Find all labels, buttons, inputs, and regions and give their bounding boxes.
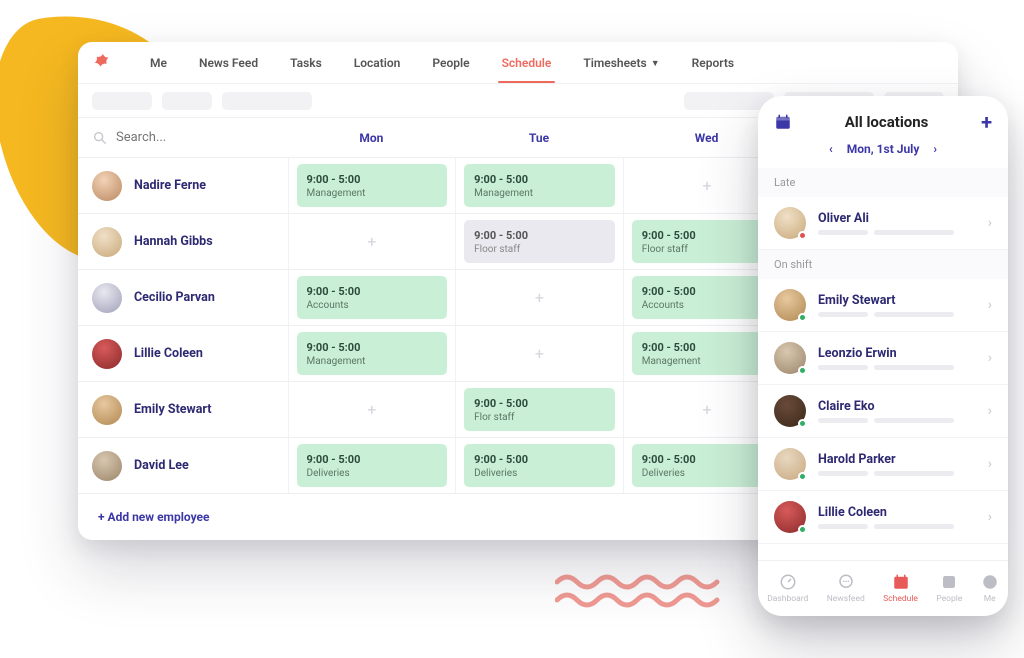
shift-chip[interactable]: 9:00 - 5:00Deliveries [464, 444, 615, 487]
employee-name: Nadire Ferne [134, 178, 206, 193]
mobile-tabbar: Dashboard Newsfeed Schedule People Me [758, 560, 1008, 616]
nav-tab-timesheets[interactable]: Timesheets▼ [567, 44, 675, 82]
shift-chip[interactable]: 9:00 - 5:00Accounts [297, 276, 448, 319]
mobile-title: All locations [845, 113, 929, 131]
section-late: Late [758, 168, 1008, 197]
add-employee-link[interactable]: + Add new employee [98, 510, 210, 524]
tab-schedule[interactable]: Schedule [883, 573, 918, 604]
employee-name: Lillie Coleen [134, 346, 203, 361]
section-onshift: On shift [758, 250, 1008, 279]
calendar-icon [892, 573, 910, 591]
day-header-mon[interactable]: Mon [288, 131, 456, 145]
shift-chip[interactable]: 9:00 - 5:00Flor staff [464, 388, 615, 431]
chevron-right-icon: › [988, 215, 992, 231]
chevron-right-icon: › [988, 403, 992, 419]
chevron-left-icon[interactable]: ‹ [829, 142, 833, 156]
chevron-right-icon: › [988, 350, 992, 366]
employee-name: Hannah Gibbs [134, 234, 213, 249]
shift-chip[interactable]: 9:00 - 5:00Floor staff [464, 220, 615, 263]
search-icon [92, 130, 108, 146]
employee-name: Emily Stewart [134, 402, 212, 417]
toolbar-placeholder[interactable] [222, 92, 312, 110]
nav-tab-reports[interactable]: Reports [676, 44, 750, 82]
user-icon [981, 573, 999, 591]
shift-chip[interactable]: 9:00 - 5:00Management [464, 164, 615, 207]
person-row[interactable]: Harold Parker › [758, 438, 1008, 491]
chevron-right-icon: › [988, 297, 992, 313]
person-row[interactable]: Emily Stewart › [758, 279, 1008, 332]
employee-cell[interactable]: Lillie Coleen [78, 339, 288, 369]
search-field[interactable] [92, 130, 236, 146]
date-navigator: ‹ Mon, 1st July › [758, 138, 1008, 168]
gauge-icon [779, 573, 797, 591]
status-dot-late [798, 231, 807, 240]
nav-tab-people[interactable]: People [416, 44, 485, 82]
tab-dashboard[interactable]: Dashboard [767, 573, 808, 604]
employee-cell[interactable]: Emily Stewart [78, 395, 288, 425]
status-dot-onshift [798, 472, 807, 481]
chevron-right-icon: › [988, 456, 992, 472]
add-button[interactable]: + [981, 110, 992, 134]
app-logo-icon [92, 52, 114, 74]
employee-cell[interactable]: Nadire Ferne [78, 171, 288, 201]
mobile-card: All locations + ‹ Mon, 1st July › Late O… [758, 96, 1008, 616]
avatar [92, 171, 122, 201]
empty-shift-cell[interactable]: + [288, 382, 456, 437]
tab-people[interactable]: People [936, 573, 962, 604]
chevron-right-icon[interactable]: › [933, 142, 937, 156]
tab-me[interactable]: Me [981, 573, 999, 604]
status-dot-onshift [798, 525, 807, 534]
employee-cell[interactable]: Cecilio Parvan [78, 283, 288, 313]
person-row[interactable]: Claire Eko › [758, 385, 1008, 438]
shift-chip[interactable]: 9:00 - 5:00Deliveries [297, 444, 448, 487]
person-icon [940, 573, 958, 591]
tab-newsfeed[interactable]: Newsfeed [827, 573, 865, 604]
chevron-right-icon: › [988, 509, 992, 525]
status-dot-onshift [798, 419, 807, 428]
avatar [92, 395, 122, 425]
toolbar-placeholder[interactable] [162, 92, 212, 110]
employee-name: David Lee [134, 458, 189, 473]
avatar [92, 227, 122, 257]
shift-chip[interactable]: 9:00 - 5:00Management [297, 164, 448, 207]
avatar [92, 451, 122, 481]
toolbar-placeholder[interactable] [92, 92, 152, 110]
top-navigation: Me News Feed Tasks Location People Sched… [78, 42, 958, 84]
shift-chip[interactable]: 9:00 - 5:00Management [297, 332, 448, 375]
current-date[interactable]: Mon, 1st July [847, 142, 920, 156]
employee-cell[interactable]: Hannah Gibbs [78, 227, 288, 257]
person-row[interactable]: Leonzio Erwin › [758, 332, 1008, 385]
nav-tab-tasks[interactable]: Tasks [274, 44, 338, 82]
empty-shift-cell[interactable]: + [288, 214, 456, 269]
avatar [92, 339, 122, 369]
person-row[interactable]: Oliver Ali › [758, 197, 1008, 250]
avatar [92, 283, 122, 313]
nav-tab-location[interactable]: Location [338, 44, 417, 82]
nav-tab-newsfeed[interactable]: News Feed [183, 44, 274, 82]
nav-tab-me[interactable]: Me [134, 44, 183, 82]
day-header-tue[interactable]: Tue [455, 131, 623, 145]
search-input[interactable] [116, 130, 236, 145]
calendar-icon[interactable] [774, 113, 792, 131]
employee-name: Cecilio Parvan [134, 290, 215, 305]
nav-tab-schedule[interactable]: Schedule [486, 44, 568, 82]
status-dot-onshift [798, 313, 807, 322]
person-row[interactable]: Lillie Coleen › [758, 491, 1008, 544]
empty-shift-cell[interactable]: + [455, 326, 623, 381]
chat-icon [837, 573, 855, 591]
chevron-down-icon: ▼ [651, 58, 660, 69]
empty-shift-cell[interactable]: + [455, 270, 623, 325]
employee-cell[interactable]: David Lee [78, 451, 288, 481]
decorative-squiggle [555, 574, 725, 610]
status-dot-onshift [798, 366, 807, 375]
